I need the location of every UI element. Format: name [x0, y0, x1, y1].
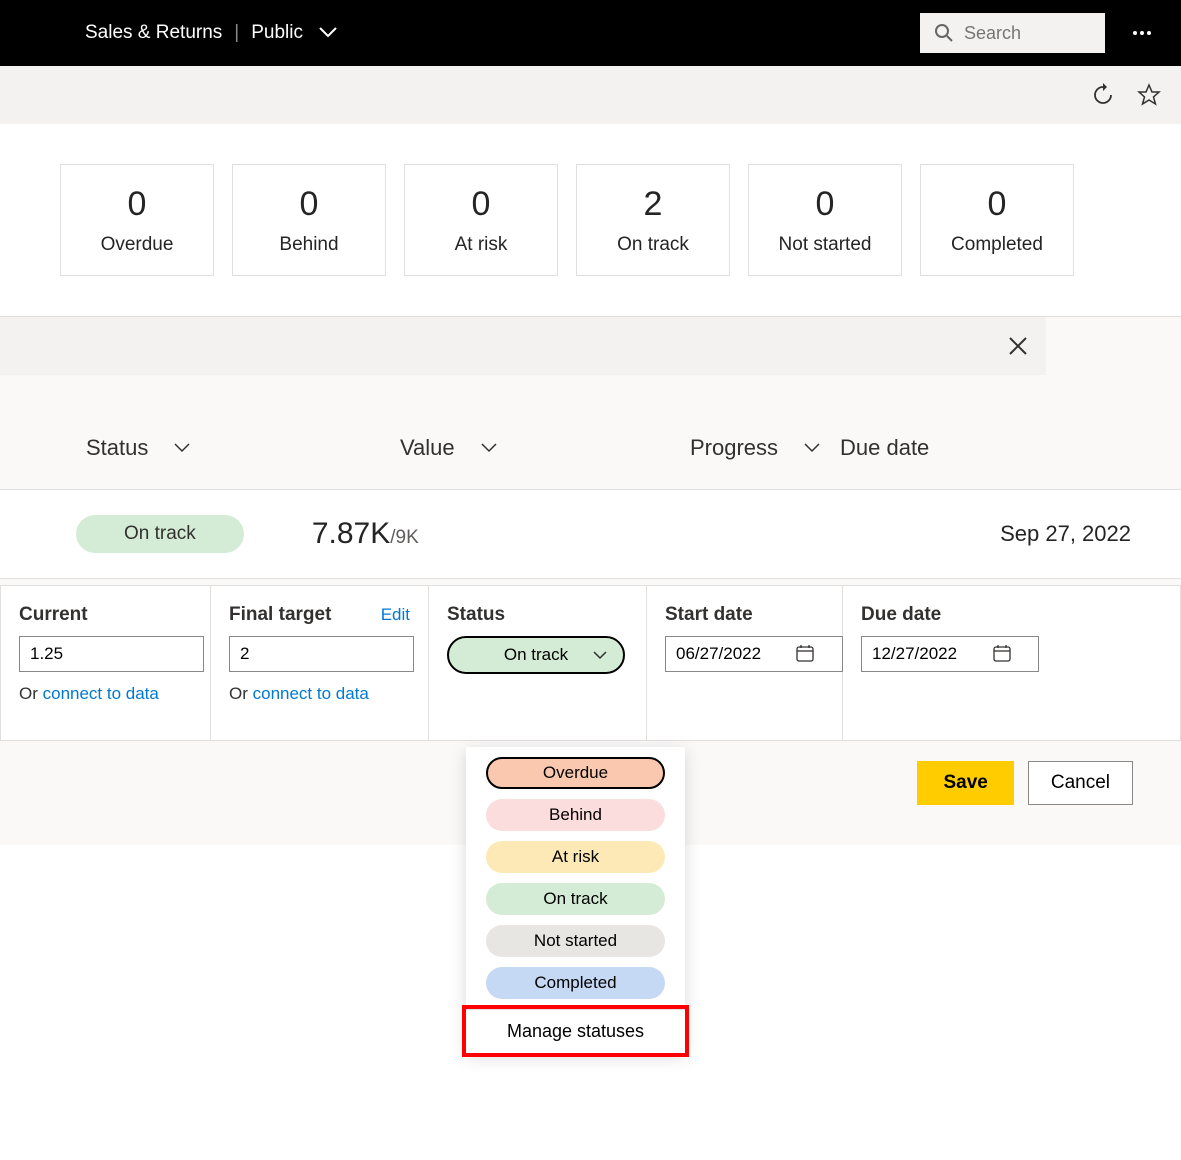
card-label: Not started	[779, 234, 872, 256]
column-headers: Status Value Progress Due date	[0, 435, 1181, 489]
form-col-due-date: Due date	[843, 586, 1039, 740]
calendar-icon[interactable]	[993, 644, 1011, 662]
field-label: Current	[19, 604, 88, 626]
start-date-input[interactable]	[665, 636, 843, 672]
chevron-down-icon	[481, 443, 497, 453]
search-box[interactable]	[920, 13, 1105, 53]
field-label: Status	[447, 604, 505, 626]
close-icon[interactable]	[1008, 336, 1028, 356]
card-label: At risk	[455, 234, 508, 256]
toolbar	[0, 66, 1181, 124]
due-date-cell: Sep 27, 2022	[1000, 521, 1131, 547]
field-label: Start date	[665, 604, 753, 626]
visibility-label: Public	[251, 22, 303, 44]
card-label: Overdue	[101, 234, 174, 256]
form-col-status: Status On track	[429, 586, 647, 740]
chevron-down-icon	[804, 443, 820, 453]
card-label: Behind	[279, 234, 338, 256]
final-target-input[interactable]	[229, 636, 414, 672]
edit-link[interactable]: Edit	[381, 605, 410, 625]
goal-row[interactable]: On track 7.87K/9K Sep 27, 2022	[0, 489, 1181, 579]
chevron-down-icon	[174, 443, 190, 453]
card-count: 0	[988, 185, 1007, 224]
value-cell: 7.87K/9K	[312, 517, 419, 551]
search-icon	[934, 23, 954, 43]
breadcrumb-separator: |	[234, 22, 239, 44]
card-count: 0	[472, 185, 491, 224]
card-label: On track	[617, 234, 689, 256]
status-option-on-track[interactable]: On track	[486, 883, 665, 915]
search-input[interactable]	[964, 23, 1084, 44]
form-col-start-date: Start date	[647, 586, 843, 740]
report-title: Sales & Returns	[85, 22, 222, 44]
form-col-final-target: Final target Edit Or connect to data	[211, 586, 429, 740]
status-option-overdue[interactable]: Overdue	[486, 757, 665, 789]
status-option-behind[interactable]: Behind	[486, 799, 665, 831]
status-dropdown: Overdue Behind At risk On track Not star…	[466, 747, 685, 1053]
chevron-down-icon	[593, 651, 607, 660]
connect-text: Or connect to data	[19, 684, 192, 704]
current-input[interactable]	[19, 636, 204, 672]
top-header: Sales & Returns | Public	[0, 0, 1181, 66]
more-options-button[interactable]	[1133, 31, 1151, 35]
card-count: 0	[300, 185, 319, 224]
panel-header	[0, 317, 1046, 375]
connect-to-data-link[interactable]: connect to data	[253, 684, 369, 703]
save-button[interactable]: Save	[917, 761, 1013, 805]
calendar-icon[interactable]	[796, 644, 814, 662]
status-option-completed[interactable]: Completed	[486, 967, 665, 999]
card-count: 2	[644, 185, 663, 224]
chevron-down-icon	[319, 27, 337, 39]
status-card-on-track[interactable]: 2 On track	[576, 164, 730, 276]
edit-form: Current Or connect to data Final target …	[0, 585, 1181, 741]
column-header-progress[interactable]: Progress	[640, 435, 840, 461]
cancel-button[interactable]: Cancel	[1028, 761, 1133, 805]
manage-statuses-link[interactable]: Manage statuses	[466, 1009, 685, 1053]
status-option-at-risk[interactable]: At risk	[486, 841, 665, 873]
connect-to-data-link[interactable]: connect to data	[43, 684, 159, 703]
status-card-not-started[interactable]: 0 Not started	[748, 164, 902, 276]
status-cards-row: 0 Overdue 0 Behind 0 At risk 2 On track …	[0, 124, 1181, 317]
card-label: Completed	[951, 234, 1043, 256]
column-header-status[interactable]: Status	[0, 435, 340, 461]
due-date-input[interactable]	[861, 636, 1039, 672]
status-option-not-started[interactable]: Not started	[486, 925, 665, 957]
field-label: Final target	[229, 604, 331, 626]
status-card-completed[interactable]: 0 Completed	[920, 164, 1074, 276]
column-header-due-date[interactable]: Due date	[840, 435, 1020, 461]
refresh-icon[interactable]	[1091, 83, 1115, 107]
connect-text: Or connect to data	[229, 684, 410, 704]
form-col-current: Current Or connect to data	[1, 586, 211, 740]
card-count: 0	[128, 185, 147, 224]
favorite-star-icon[interactable]	[1137, 83, 1161, 107]
column-header-value[interactable]: Value	[340, 435, 640, 461]
field-label: Due date	[861, 604, 941, 626]
status-card-at-risk[interactable]: 0 At risk	[404, 164, 558, 276]
breadcrumb[interactable]: Sales & Returns | Public	[85, 22, 337, 44]
status-pill-on-track: On track	[76, 515, 244, 553]
status-select[interactable]: On track	[447, 636, 625, 674]
status-card-overdue[interactable]: 0 Overdue	[60, 164, 214, 276]
card-count: 0	[816, 185, 835, 224]
status-card-behind[interactable]: 0 Behind	[232, 164, 386, 276]
